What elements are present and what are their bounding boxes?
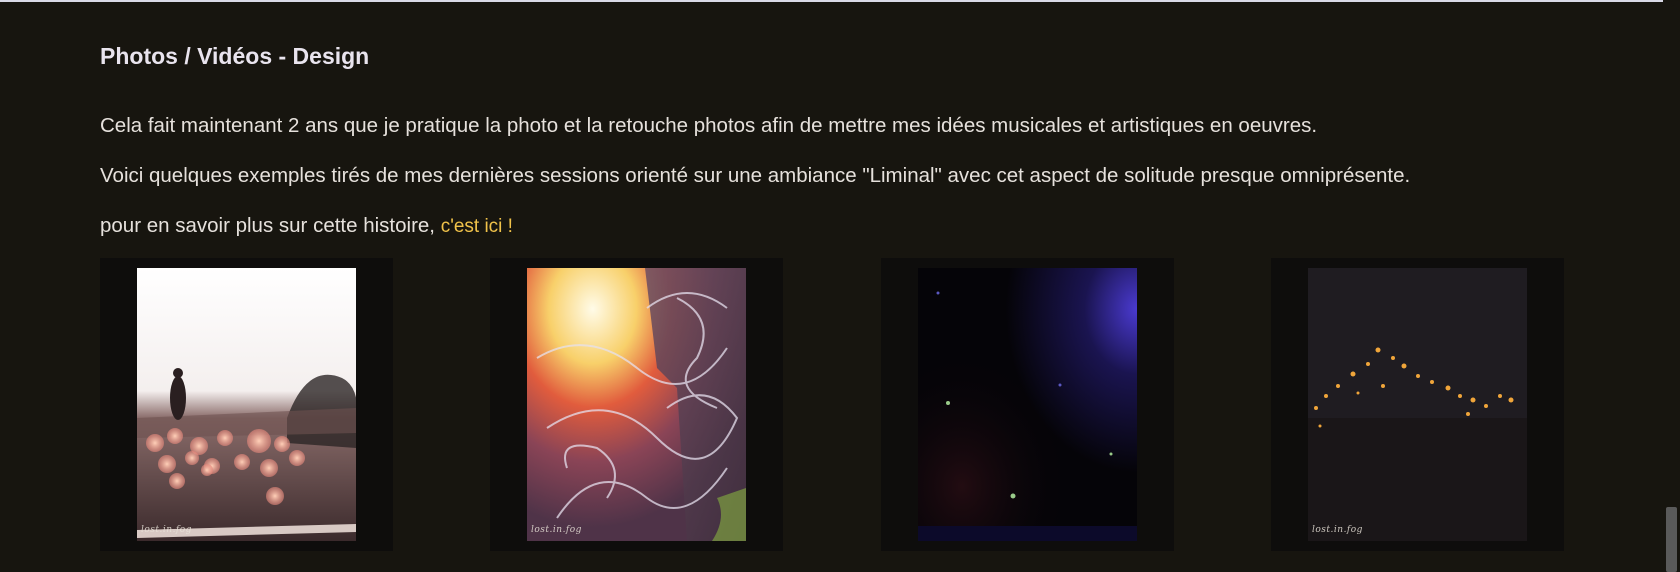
photo-watermark: lost.in.fog	[141, 525, 192, 535]
story-link[interactable]: c'est ici !	[441, 216, 513, 237]
more-info-paragraph: pour en savoir plus sur cette histoire, …	[100, 214, 513, 238]
gallery-card[interactable]	[881, 258, 1174, 551]
gallery-card[interactable]: lost.in.fog	[1271, 258, 1564, 551]
section-title: Photos / Vidéos - Design	[100, 43, 370, 69]
scrollbar-thumb[interactable]	[1666, 507, 1677, 572]
intro-paragraph: Cela fait maintenant 2 ans que je pratiq…	[100, 114, 1318, 137]
examples-paragraph: Voici quelques exemples tirés de mes der…	[100, 164, 1411, 187]
silhouette-bokeh-photo[interactable]: lost.in.fog	[137, 268, 356, 541]
silhouette-bokeh-image	[137, 268, 356, 541]
top-border	[0, 0, 1663, 2]
city-lights-image	[1308, 268, 1527, 541]
photo-gallery: lost.in.fog lost.in.fog lost.in.fog	[100, 258, 1566, 552]
scrollbar[interactable]	[1663, 0, 1680, 572]
light-leak-scribbles-photo[interactable]: lost.in.fog	[527, 268, 746, 541]
more-info-text: pour en savoir plus sur cette histoire,	[100, 214, 441, 237]
dark-space-photo[interactable]	[918, 268, 1137, 541]
city-lights-bokeh-photo[interactable]: lost.in.fog	[1308, 268, 1527, 541]
dark-space-image	[918, 268, 1137, 541]
photo-watermark: lost.in.fog	[1312, 525, 1363, 535]
photo-watermark: lost.in.fog	[531, 525, 582, 535]
gallery-card[interactable]: lost.in.fog	[100, 258, 393, 551]
light-leak-image	[527, 268, 746, 541]
gallery-card[interactable]: lost.in.fog	[490, 258, 783, 551]
